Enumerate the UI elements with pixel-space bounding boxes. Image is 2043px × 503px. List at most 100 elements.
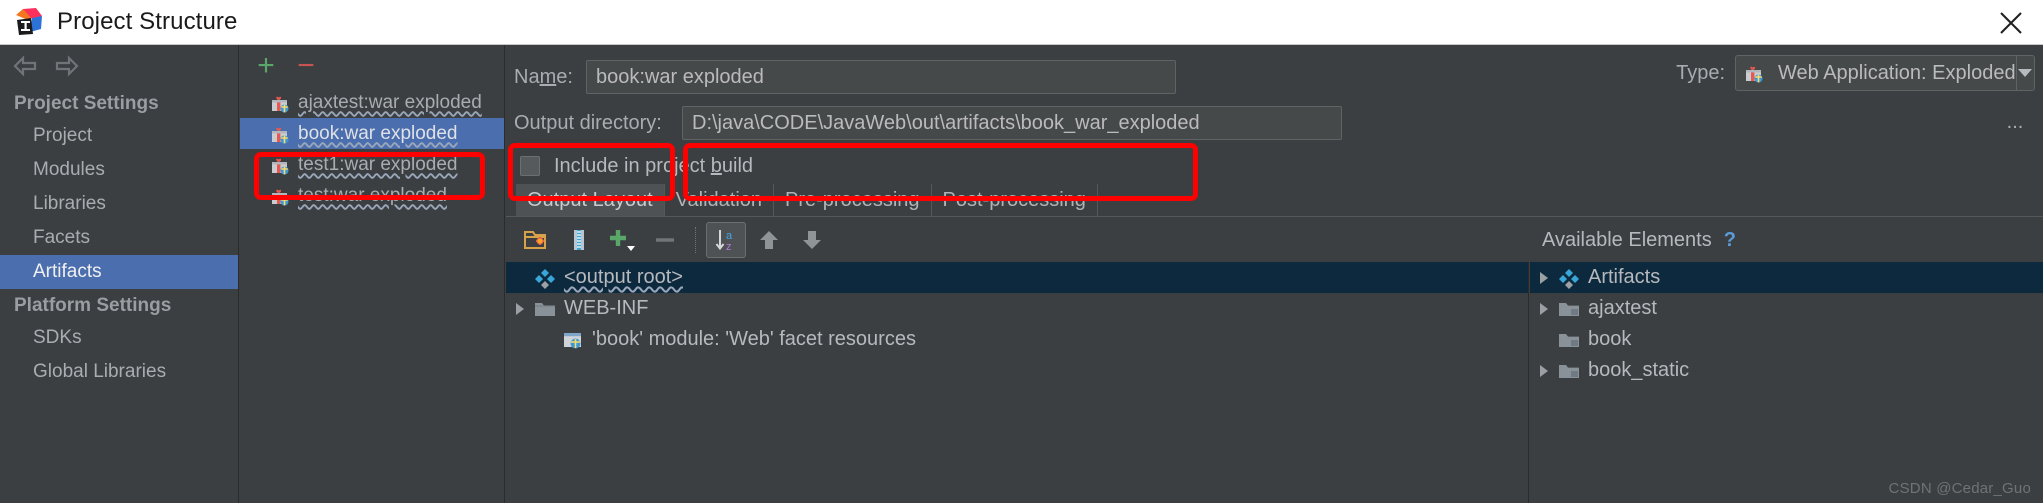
- sidebar-item-project[interactable]: Project: [0, 119, 238, 153]
- tab-pre-processing[interactable]: Pre-processing: [774, 184, 932, 217]
- artifact-war-icon: [270, 155, 290, 175]
- artifact-root-icon: [1558, 267, 1580, 289]
- help-icon[interactable]: ?: [1724, 229, 1736, 252]
- output-directory-row: Output directory: D:\java\CODE\JavaWeb\o…: [506, 101, 2043, 145]
- module-icon: [1558, 329, 1580, 351]
- output-directory-label: Output directory:: [514, 111, 662, 134]
- tree-expander-placeholder: [534, 324, 562, 355]
- facet-resources-icon: [562, 329, 584, 351]
- sidebar-item-libraries[interactable]: Libraries: [0, 187, 238, 221]
- chevron-down-icon[interactable]: [2015, 55, 2034, 91]
- project-structure-dialog: Project Structure Project Settings Proje…: [0, 0, 2043, 503]
- module-icon: [1558, 360, 1580, 382]
- add-copy-of-icon[interactable]: [602, 222, 642, 258]
- tree-row-label: 'book' module: 'Web' facet resources: [592, 328, 916, 350]
- plus-icon[interactable]: +: [250, 51, 282, 81]
- arrow-left-icon[interactable]: [10, 53, 40, 79]
- tab-post-processing[interactable]: Post-processing: [932, 184, 1098, 217]
- list-item-label: test:war exploded: [298, 184, 447, 206]
- output-layout-tree: <output root> WEB-INF 'book' module: 'We…: [506, 262, 1529, 503]
- close-icon[interactable]: [1979, 0, 2043, 45]
- module-icon: [1558, 298, 1580, 320]
- sidebar-item-artifacts[interactable]: Artifacts: [0, 255, 238, 289]
- folder-icon: [534, 298, 556, 320]
- tree-expander-collapsed-icon[interactable]: [506, 293, 534, 324]
- tree-row[interactable]: <output root>: [506, 262, 1528, 293]
- available-elements-tree: Artifacts ajaxtest book book_static: [1530, 262, 2043, 503]
- navigation-arrows: [0, 45, 238, 87]
- type-row: Type: Web Application: Exploded: [1676, 55, 2035, 91]
- available-elements-header: Available Elements ?: [1530, 218, 2043, 262]
- list-item[interactable]: test:war exploded: [240, 180, 504, 211]
- tree-expander-placeholder: [1530, 324, 1558, 355]
- browse-output-directory-button[interactable]: ...: [1995, 105, 2035, 139]
- list-item-label: test1:war exploded: [298, 153, 458, 175]
- window-title: Project Structure: [57, 8, 238, 35]
- settings-sidebar: Project Settings Project Modules Librari…: [0, 45, 239, 503]
- artifact-war-icon: [1744, 63, 1764, 83]
- sort-alphabetically-icon[interactable]: a z: [706, 222, 746, 258]
- sidebar-group-platform-settings: Platform Settings: [14, 295, 172, 316]
- tabs-divider: [506, 216, 2043, 217]
- output-layout-toolbar: a z: [506, 218, 1529, 262]
- toolbar-separator: [695, 227, 696, 253]
- artifact-war-icon: [270, 124, 290, 144]
- svg-text:z: z: [726, 241, 732, 253]
- artifacts-toolbar: + −: [240, 45, 504, 87]
- tree-row-label: book_static: [1588, 359, 1690, 381]
- tab-output-layout[interactable]: Output Layout: [516, 184, 665, 217]
- sidebar-item-modules[interactable]: Modules: [0, 153, 238, 187]
- artifact-detail-panel: Name: book:war exploded Type: Web Applic…: [506, 45, 2043, 503]
- watermark: CSDN @Cedar_Guo: [1888, 480, 2031, 497]
- type-label: Type:: [1676, 61, 1725, 84]
- sidebar-group-project-settings: Project Settings: [14, 93, 159, 114]
- tree-row[interactable]: book: [1530, 324, 2043, 355]
- tree-expander-collapsed-icon[interactable]: [1530, 293, 1558, 324]
- tree-row-label: ajaxtest: [1588, 297, 1657, 319]
- move-down-icon[interactable]: [792, 222, 832, 258]
- tree-row-label: book: [1588, 328, 1632, 350]
- tree-row[interactable]: WEB-INF: [506, 293, 1528, 324]
- list-item-label: book:war exploded: [298, 122, 458, 144]
- tree-row[interactable]: book_static: [1530, 355, 2043, 386]
- intellij-idea-logo-icon: [14, 7, 44, 37]
- tree-row-label: <output root>: [564, 266, 683, 288]
- include-in-build-label: Include in project build: [554, 154, 754, 177]
- arrow-right-icon[interactable]: [52, 53, 82, 79]
- create-directory-icon[interactable]: [516, 222, 556, 258]
- move-up-icon[interactable]: [749, 222, 789, 258]
- minus-icon[interactable]: −: [290, 51, 322, 81]
- type-value: Web Application: Exploded: [1778, 61, 2016, 84]
- sidebar-item-global-libraries[interactable]: Global Libraries: [0, 355, 238, 389]
- sidebar-item-facets[interactable]: Facets: [0, 221, 238, 255]
- remove-icon: [645, 222, 685, 258]
- artifact-war-icon: [270, 186, 290, 206]
- list-item-label: ajaxtest:war exploded: [298, 91, 482, 113]
- sidebar-item-sdks[interactable]: SDKs: [0, 321, 238, 355]
- tree-row[interactable]: 'book' module: 'Web' facet resources: [506, 324, 1528, 355]
- tree-expander-placeholder: [506, 262, 534, 293]
- include-in-build-checkbox[interactable]: Include in project build: [506, 147, 753, 185]
- detail-tabs: Output Layout Validation Pre-processing …: [516, 184, 1098, 217]
- list-item[interactable]: book:war exploded: [240, 118, 504, 149]
- artifacts-list-panel: + − ajaxtest:war exploded book:war explo…: [240, 45, 505, 503]
- output-directory-input[interactable]: D:\java\CODE\JavaWeb\out\artifacts\book_…: [682, 106, 1342, 140]
- tree-row[interactable]: Artifacts: [1530, 262, 2043, 293]
- checkbox-box[interactable]: [520, 156, 540, 176]
- tree-row-label: Artifacts: [1588, 266, 1661, 288]
- tree-row-label: WEB-INF: [564, 297, 649, 319]
- type-select[interactable]: Web Application: Exploded: [1735, 55, 2035, 91]
- name-label: Name:: [514, 65, 573, 88]
- artifact-war-icon: [270, 93, 290, 113]
- tree-expander-collapsed-icon[interactable]: [1530, 262, 1558, 293]
- list-item[interactable]: ajaxtest:war exploded: [240, 87, 504, 118]
- available-elements-title: Available Elements: [1542, 228, 1712, 251]
- tree-expander-collapsed-icon[interactable]: [1530, 355, 1558, 386]
- list-item[interactable]: test1:war exploded: [240, 149, 504, 180]
- tab-validation[interactable]: Validation: [665, 184, 775, 217]
- artifact-root-icon: [534, 267, 556, 289]
- title-bar: Project Structure: [0, 0, 2043, 45]
- create-archive-icon[interactable]: [559, 222, 599, 258]
- name-input[interactable]: book:war exploded: [586, 60, 1176, 94]
- tree-row[interactable]: ajaxtest: [1530, 293, 2043, 324]
